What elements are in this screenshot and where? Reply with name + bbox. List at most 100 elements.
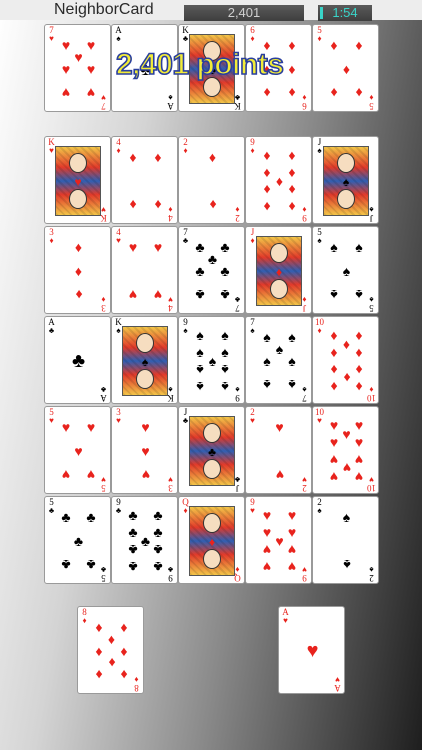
card-index-top: 7 ♥ (47, 26, 56, 43)
card-grid-2-2[interactable]: 9 ♠ 9 ♠ ♠ ♠ ♠ ♠ ♠ ♠ ♠ ♠ ♠ (178, 316, 245, 404)
spade-icon: ♠ (221, 327, 229, 343)
diamond-icon: ♦ (288, 147, 296, 163)
spade-icon: ♠ (369, 295, 374, 304)
diamond-icon: ♦ (82, 616, 87, 625)
heart-icon: ♥ (306, 640, 319, 662)
spade-icon: ♠ (342, 175, 350, 189)
heart-icon: ♥ (250, 416, 255, 425)
card-grid-0-0[interactable]: K ♥ K ♥ ♥ (44, 136, 111, 224)
card-hand-left[interactable]: 8 ♦ 8 ♦ ♦ ♦ ♦ ♦ ♦ ♦ ♦ ♦ (77, 606, 144, 694)
heart-icon: ♥ (275, 419, 284, 435)
spade-icon: ♠ (342, 557, 351, 573)
diamond-icon: ♦ (168, 205, 173, 214)
card-grid-0-4[interactable]: J ♠ J ♠ ♠ (312, 136, 379, 224)
card-rank: 10 (367, 393, 376, 403)
spade-icon: ♠ (369, 565, 374, 574)
card-index-top: 3 ♥ (114, 408, 123, 425)
card-index-bottom: 10 ♦ (367, 385, 376, 403)
heart-icon: ♥ (287, 524, 297, 540)
card-grid-3-0[interactable]: 5 ♥ 5 ♥ ♥ ♥ ♥ ♥ ♥ (44, 406, 111, 494)
diamond-icon: ♦ (330, 362, 338, 378)
heart-icon: ♥ (262, 559, 272, 575)
card-index-bottom: 9 ♠ (233, 385, 242, 403)
diamond-icon: ♦ (95, 643, 103, 659)
card-grid-0-2[interactable]: 2 ♦ 2 ♦ ♦ ♦ (178, 136, 245, 224)
card-grid-1-1[interactable]: 4 ♥ 4 ♥ ♥ ♥ ♥ ♥ (111, 226, 178, 314)
diamond-icon: ♦ (250, 34, 255, 43)
figure-head (337, 153, 355, 173)
heart-icon: ♥ (168, 295, 173, 304)
heart-icon: ♥ (61, 61, 71, 77)
card-grid-2-1[interactable]: K ♠ K ♠ ♠ (111, 316, 178, 404)
card-grid-3-1[interactable]: 3 ♥ 3 ♥ ♥ ♥ ♥ (111, 406, 178, 494)
diamond-icon: ♦ (208, 149, 217, 165)
diamond-icon: ♦ (120, 667, 128, 683)
card-index-top: 7 ♣ (181, 228, 190, 245)
spade-icon: ♠ (263, 377, 271, 393)
card-grid-2-4[interactable]: 10 ♦ 10 ♦ ♦ ♦ ♦ ♦ ♦ ♦ ♦ ♦ ♦ ♦ (312, 316, 379, 404)
card-index-top: 9 ♠ (181, 318, 190, 335)
diamond-icon: ♦ (250, 146, 255, 155)
heart-icon: ♥ (250, 506, 255, 515)
card-top-4[interactable]: 5 ♦ 5 ♦ ♦ ♦ ♦ ♦ ♦ (312, 24, 379, 112)
card-grid-0-3[interactable]: 9 ♦ 9 ♦ ♦ ♦ ♦ ♦ ♦ ♦ ♦ ♦ ♦ (245, 136, 312, 224)
spade-icon: ♠ (250, 326, 255, 335)
face-card-artwork: ♠ (122, 326, 168, 396)
card-top-0[interactable]: 7 ♥ 7 ♥ ♥ ♥ ♥ ♥ ♥ ♥ ♥ (44, 24, 111, 112)
diamond-icon: ♦ (342, 336, 351, 352)
card-grid-1-0[interactable]: 3 ♦ 3 ♦ ♦ ♦ ♦ (44, 226, 111, 314)
heart-icon: ♥ (74, 175, 82, 189)
spade-icon: ♠ (196, 379, 204, 395)
card-index-top: 9 ♥ (248, 498, 257, 515)
card-rank: 8 (134, 683, 139, 693)
card-index-top: 5 ♦ (315, 26, 324, 43)
card-grid-4-4[interactable]: 2 ♠ 2 ♠ ♠ ♠ (312, 496, 379, 584)
top-bar: NeighborCard 2,401 1:54 (0, 0, 422, 21)
card-grid-3-2[interactable]: J ♣ J ♣ ♣ (178, 406, 245, 494)
card-grid-4-2[interactable]: Q ♦ Q ♦ ♦ (178, 496, 245, 584)
heart-icon: ♥ (61, 419, 71, 435)
card-grid-4-1[interactable]: 9 ♣ 9 ♣ ♣ ♣ ♣ ♣ ♣ ♣ ♣ ♣ ♣ (111, 496, 178, 584)
spade-icon: ♠ (355, 287, 363, 303)
card-grid-4-3[interactable]: 9 ♥ 9 ♥ ♥ ♥ ♥ ♥ ♥ ♥ ♥ ♥ ♥ (245, 496, 312, 584)
card-index-top: A ♠ (114, 26, 123, 43)
heart-icon: ♥ (74, 49, 83, 65)
card-index-bottom: 4 ♥ (166, 295, 175, 313)
card-index-top: 2 ♦ (181, 138, 190, 155)
card-grid-2-0[interactable]: A ♣ A ♣ ♣ (44, 316, 111, 404)
heart-icon: ♥ (61, 37, 71, 53)
club-icon: ♣ (207, 251, 218, 267)
heart-icon: ♥ (153, 287, 163, 303)
card-grid-3-4[interactable]: 10 ♥ 10 ♥ ♥ ♥ ♥ ♥ ♥ ♥ ♥ ♥ ♥ ♥ (312, 406, 379, 494)
card-grid-1-2[interactable]: 7 ♣ 7 ♣ ♣ ♣ ♣ ♣ ♣ ♣ ♣ (178, 226, 245, 314)
card-index-top: 9 ♦ (248, 138, 257, 155)
heart-icon: ♥ (329, 452, 339, 468)
card-index-bottom: A ♠ (166, 93, 175, 111)
figure-head (136, 333, 154, 353)
card-rank: 9 (302, 573, 307, 583)
card-index-top: 10 ♥ (315, 408, 324, 425)
diamond-icon: ♦ (288, 164, 296, 180)
heart-icon: ♥ (287, 559, 297, 575)
heart-icon: ♥ (101, 93, 106, 102)
card-grid-1-3[interactable]: J ♦ J ♦ ♦ (245, 226, 312, 314)
diamond-icon: ♦ (95, 667, 103, 683)
diamond-icon: ♦ (317, 34, 322, 43)
card-grid-3-3[interactable]: 2 ♥ 2 ♥ ♥ ♥ (245, 406, 312, 494)
spade-icon: ♠ (116, 34, 121, 43)
diamond-icon: ♦ (330, 85, 338, 101)
card-grid-0-1[interactable]: 4 ♦ 4 ♦ ♦ ♦ ♦ ♦ (111, 136, 178, 224)
card-index-top: 3 ♦ (47, 228, 56, 245)
timer-display: 1:54 (318, 5, 372, 21)
heart-icon: ♥ (262, 507, 272, 523)
spade-icon: ♠ (330, 239, 338, 255)
spade-icon: ♠ (168, 93, 173, 102)
card-grid-4-0[interactable]: 5 ♣ 5 ♣ ♣ ♣ ♣ ♣ ♣ (44, 496, 111, 584)
card-hand-right[interactable]: A ♥ A ♥ ♥ (278, 606, 345, 694)
spade-icon: ♠ (263, 329, 271, 345)
card-index-top: 5 ♥ (47, 408, 56, 425)
diamond-icon: ♦ (302, 93, 307, 102)
diamond-icon: ♦ (134, 675, 139, 684)
card-grid-1-4[interactable]: 5 ♠ 5 ♠ ♠ ♠ ♠ ♠ ♠ (312, 226, 379, 314)
card-grid-2-3[interactable]: 7 ♠ 7 ♠ ♠ ♠ ♠ ♠ ♠ ♠ ♠ (245, 316, 312, 404)
